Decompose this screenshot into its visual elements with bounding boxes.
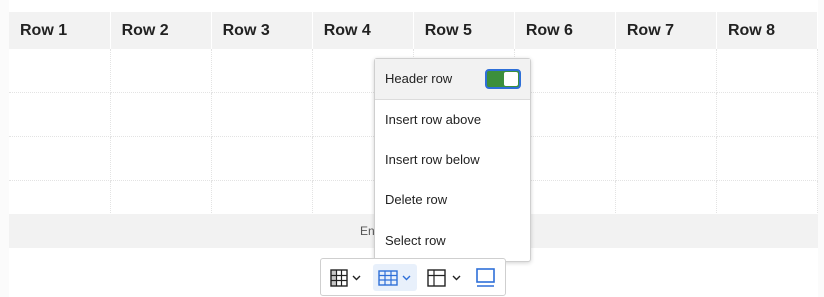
toggle-knob (504, 72, 518, 86)
table-cell[interactable] (110, 136, 212, 181)
table-cell[interactable] (211, 49, 313, 93)
table-cell[interactable] (615, 92, 717, 137)
table-cell[interactable] (110, 49, 212, 93)
row-context-menu: Header row Insert row above Insert row b… (374, 58, 531, 262)
table-merge-icon (427, 268, 461, 287)
delete-row-item[interactable]: Delete row (375, 180, 530, 220)
header-row-option[interactable]: Header row (375, 59, 530, 100)
footer-text: En (360, 224, 375, 238)
select-row-item[interactable]: Select row (375, 221, 530, 261)
header-cell[interactable]: Row 3 (211, 12, 313, 49)
display-icon (476, 267, 495, 287)
left-gutter (0, 0, 9, 297)
table-icon (330, 268, 361, 287)
insert-row-below-item[interactable]: Insert row below (375, 140, 530, 180)
table-cell[interactable] (211, 136, 313, 181)
table-cell[interactable] (716, 136, 819, 181)
table-options-button[interactable] (329, 264, 363, 291)
merge-cells-button[interactable] (425, 264, 465, 291)
table-cell[interactable] (9, 49, 111, 93)
table-cell[interactable] (9, 92, 111, 137)
header-cell[interactable]: Row 8 (716, 12, 819, 49)
table-cell[interactable] (716, 92, 819, 137)
insert-row-above-item[interactable]: Insert row above (375, 100, 530, 140)
right-gutter (818, 0, 824, 297)
table-cell[interactable] (716, 49, 819, 93)
header-cell[interactable]: Row 5 (413, 12, 515, 49)
table-toolbar (320, 258, 506, 296)
header-cell[interactable]: Row 2 (110, 12, 212, 49)
header-cell[interactable]: Row 7 (615, 12, 717, 49)
header-cell[interactable]: Row 4 (312, 12, 414, 49)
header-row-toggle[interactable] (485, 69, 521, 89)
table-cell[interactable] (615, 49, 717, 93)
table-cell[interactable] (110, 92, 212, 137)
display-toggle-button[interactable] (473, 264, 499, 291)
table-header-row: Row 1 Row 2 Row 3 Row 4 Row 5 Row 6 Row … (9, 12, 819, 49)
table-cell[interactable] (9, 136, 111, 181)
table-cell[interactable] (211, 92, 313, 137)
table-cell[interactable] (615, 136, 717, 181)
header-cell[interactable]: Row 1 (9, 12, 111, 49)
table-row-icon (378, 269, 411, 286)
header-cell[interactable]: Row 6 (514, 12, 616, 49)
header-row-label: Header row (385, 71, 453, 86)
row-options-button[interactable] (373, 264, 417, 291)
